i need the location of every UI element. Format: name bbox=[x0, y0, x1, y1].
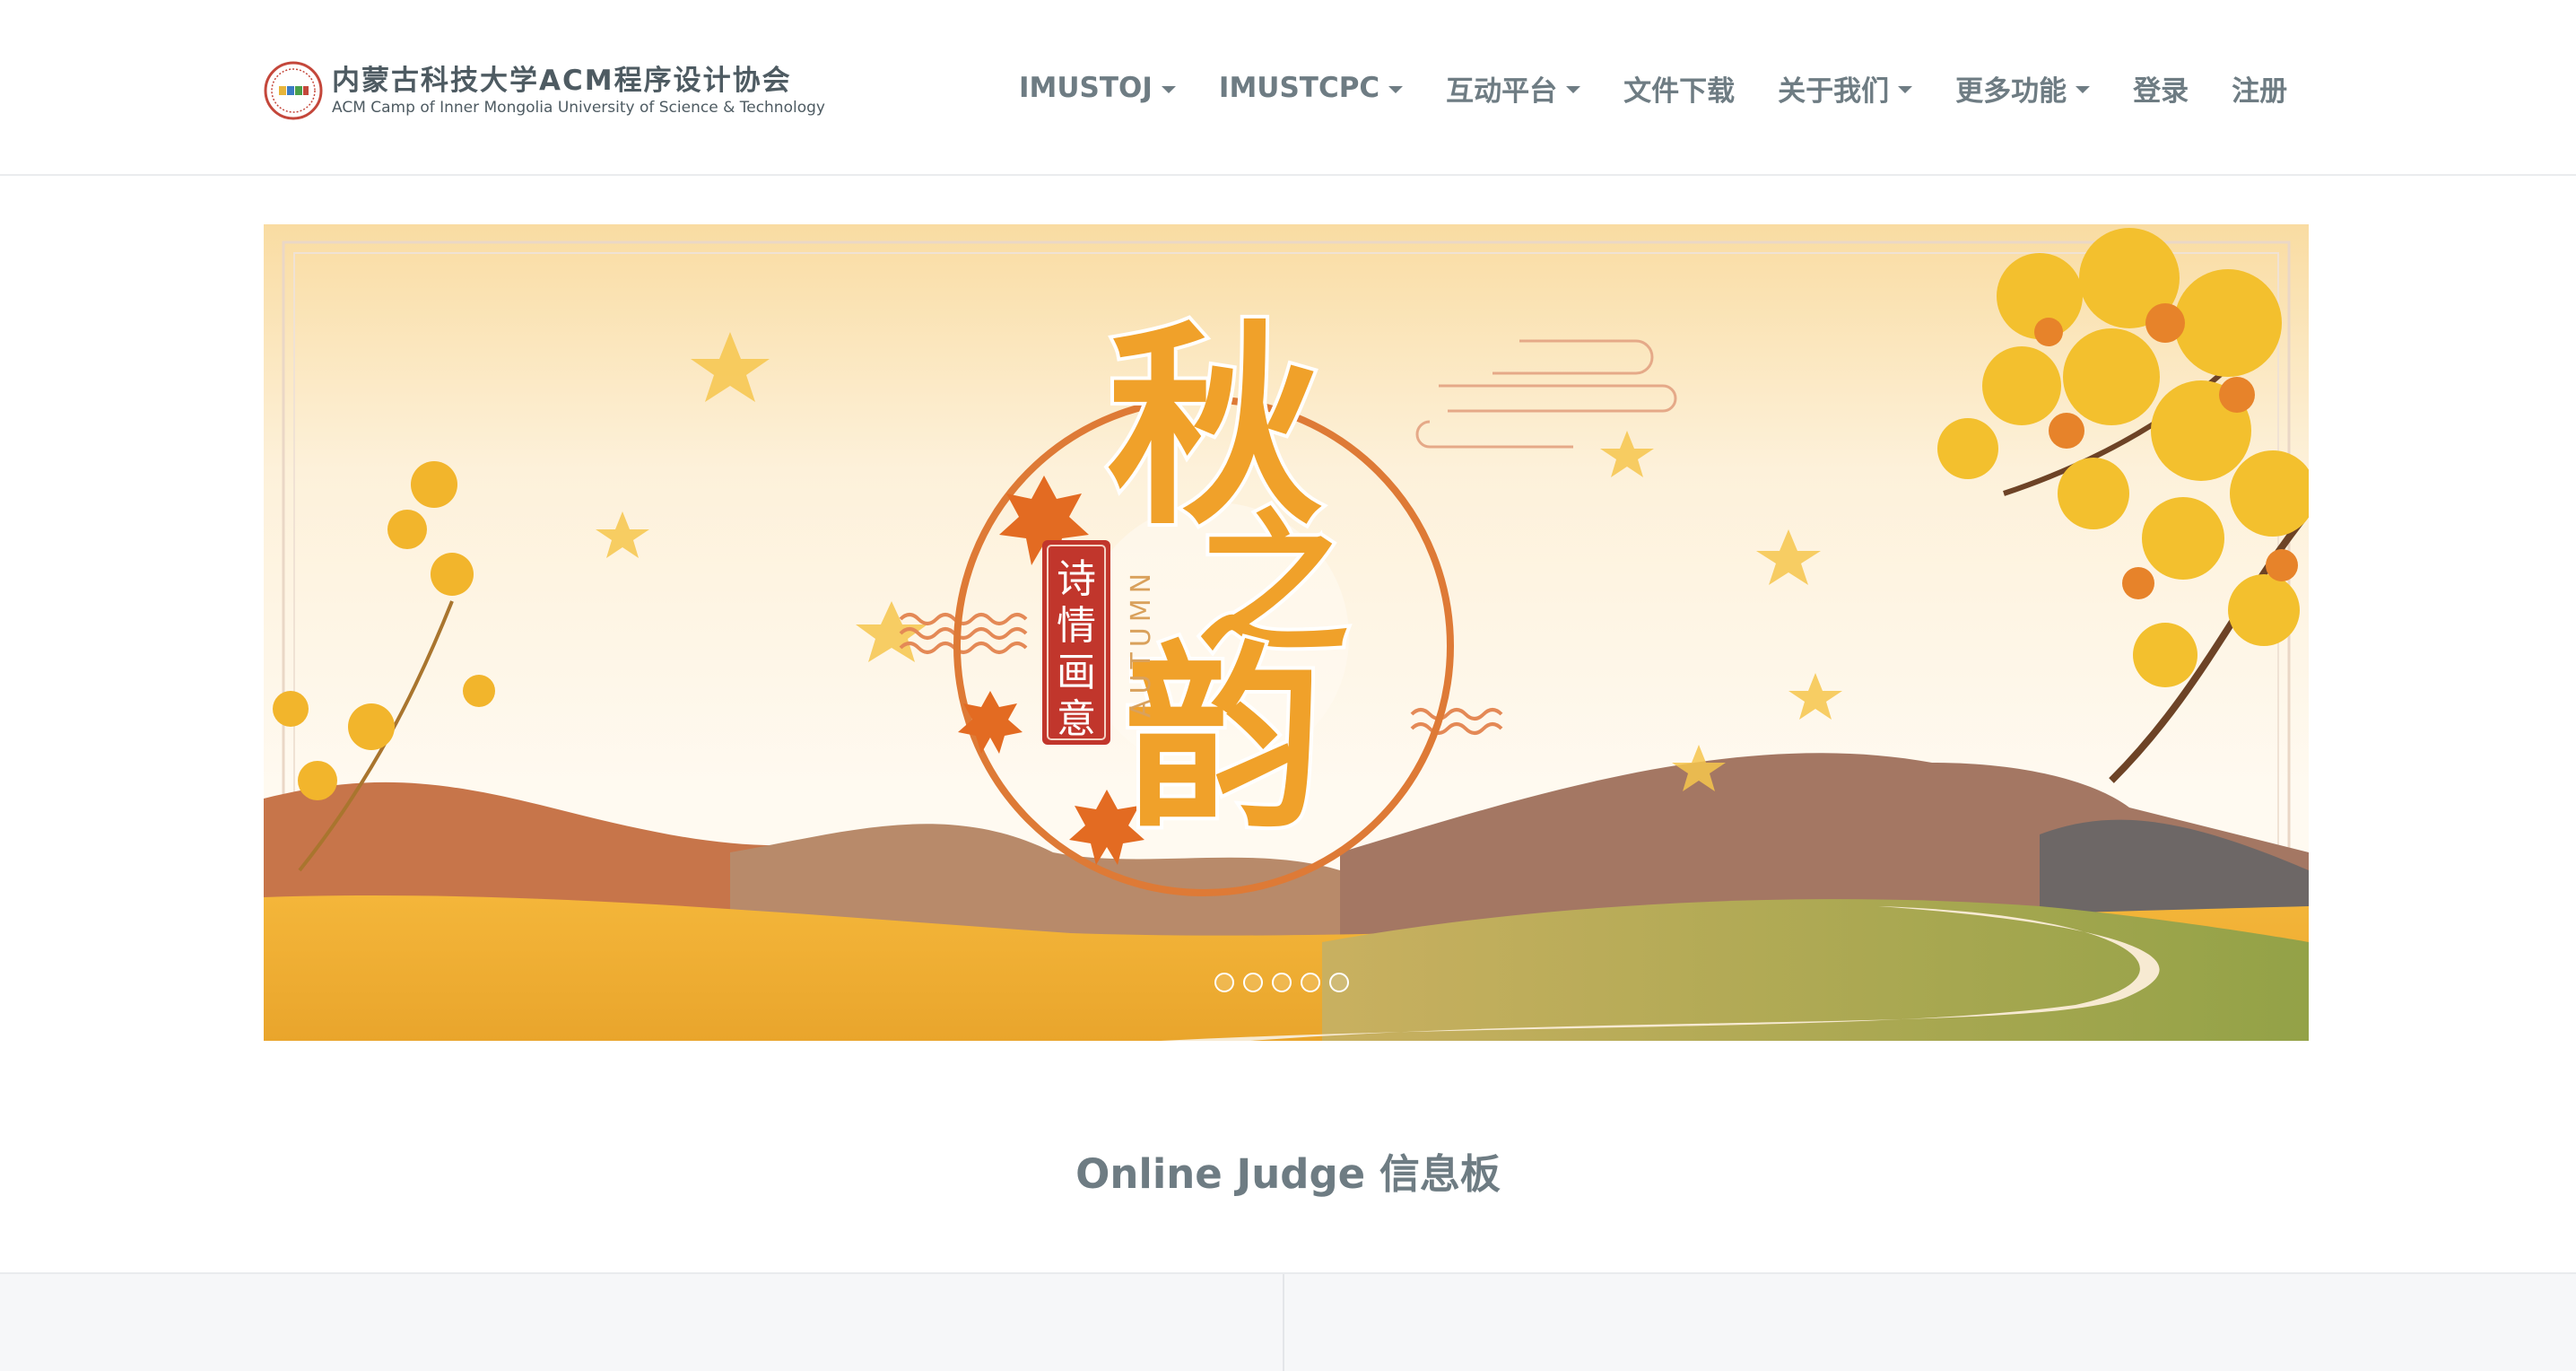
nav-file-download[interactable]: 文件下载 bbox=[1623, 68, 1735, 109]
nav-about-us[interactable]: 关于我们 bbox=[1778, 68, 1913, 109]
caret-down-icon bbox=[1161, 86, 1176, 93]
carousel-dot-4[interactable] bbox=[1301, 973, 1320, 992]
nav-label: 更多功能 bbox=[1955, 74, 2067, 108]
carousel-indicators bbox=[1214, 973, 1358, 992]
info-board-panels bbox=[0, 1272, 2576, 1371]
nav-label: IMUSTCPC bbox=[1218, 72, 1380, 104]
carousel-dot-3[interactable] bbox=[1272, 973, 1292, 992]
seal-char-2: 情 bbox=[1057, 603, 1096, 649]
seal-char-4: 意 bbox=[1057, 696, 1096, 742]
brand-subtitle: ACM Camp of Inner Mongolia University of… bbox=[332, 99, 825, 117]
caret-down-icon bbox=[1898, 86, 1913, 93]
board-title: Online Judge 信息板 bbox=[1075, 1150, 1501, 1198]
nav-more-features[interactable]: 更多功能 bbox=[1955, 68, 2091, 109]
caret-down-icon bbox=[2076, 86, 2091, 93]
nav-label: IMUSTOJ bbox=[1019, 72, 1153, 104]
banner-vertical-text: AUTUMN bbox=[1126, 568, 1157, 718]
brand-logo-link[interactable]: 内蒙古科技大学ACM程序设计协会 ACM Camp of Inner Mongo… bbox=[264, 59, 825, 122]
acm-emblem-icon bbox=[264, 61, 323, 120]
carousel-dot-5[interactable] bbox=[1329, 973, 1349, 992]
nav-login[interactable]: 登录 bbox=[2133, 68, 2189, 109]
carousel-dot-1[interactable] bbox=[1214, 973, 1234, 992]
brand-title: 内蒙古科技大学ACM程序设计协会 bbox=[332, 65, 792, 97]
seal-char-1: 诗 bbox=[1057, 556, 1096, 602]
nav-label: 文件下载 bbox=[1623, 74, 1736, 108]
caret-down-icon bbox=[1388, 86, 1404, 93]
nav-imustcpc[interactable]: IMUSTCPC bbox=[1218, 72, 1404, 104]
seal-char-3: 画 bbox=[1057, 650, 1096, 695]
nav-imustoj[interactable]: IMUSTOJ bbox=[1019, 72, 1176, 104]
site-header: 内蒙古科技大学ACM程序设计协会 ACM Camp of Inner Mongo… bbox=[0, 0, 2576, 176]
nav-interactive-platform[interactable]: 互动平台 bbox=[1446, 68, 1581, 109]
info-panel-left bbox=[0, 1274, 1284, 1371]
hero-carousel[interactable]: 秋 之 韵 诗 情 画 意 AUTUMN bbox=[264, 224, 2309, 1041]
nav-register[interactable]: 注册 bbox=[2232, 68, 2287, 109]
info-panel-right bbox=[1286, 1274, 2576, 1371]
autumn-banner-illustration: 秋 之 韵 诗 情 画 意 AUTUMN bbox=[264, 224, 2309, 1041]
nav-label: 登录 bbox=[2133, 74, 2189, 108]
nav-label: 关于我们 bbox=[1778, 74, 1890, 108]
caret-down-icon bbox=[1566, 86, 1581, 93]
carousel-dot-2[interactable] bbox=[1243, 973, 1263, 992]
nav-label: 注册 bbox=[2232, 74, 2288, 108]
main-nav: IMUSTOJ IMUSTCPC 互动平台 文件下载 关于我们 更多功能 登录 … bbox=[1019, 63, 2287, 113]
nav-label: 互动平台 bbox=[1446, 74, 1558, 108]
